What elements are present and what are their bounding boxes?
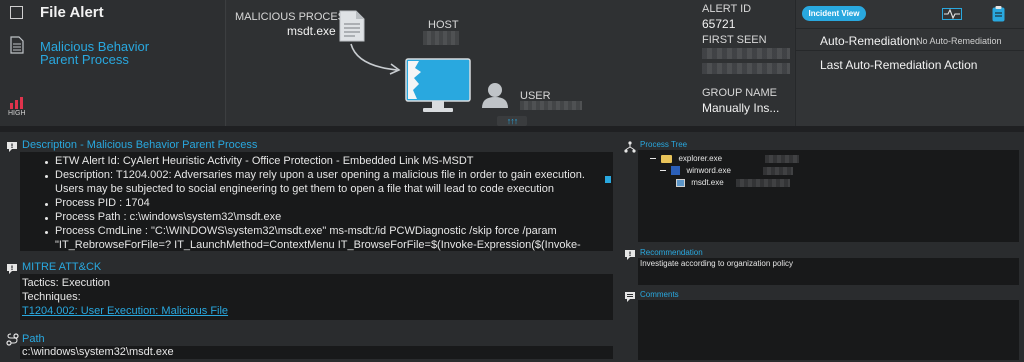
info-speech-icon [6, 140, 18, 158]
activity-pulse-icon[interactable] [942, 7, 962, 25]
user-value-redacted [520, 101, 582, 110]
tree-node-label: explorer.exe [678, 154, 723, 163]
actions-separator-2 [796, 50, 1024, 51]
comments-icon [624, 290, 636, 308]
host-value-redacted [423, 31, 459, 45]
first-seen-value-redacted [702, 48, 790, 59]
description-line: "IT_RebrowseForFile=? IT_LaunchMethod=Co… [55, 239, 581, 251]
bullet [45, 161, 48, 164]
alert-summary-panel: File Alert Malicious Behavior Parent Pro… [0, 0, 226, 126]
mitre-techniques-label: Techniques: [22, 291, 81, 303]
auto-remediation-label: Auto-Remediation: [820, 34, 920, 48]
host-label: HOST [428, 19, 459, 31]
alert-details: Description - Malicious Behavior Parent … [0, 132, 1024, 362]
description-title: Description - Malicious Behavior Parent … [22, 139, 258, 151]
description-line: Users may be subjected to social enginee… [55, 183, 554, 195]
path-route-icon [6, 333, 19, 351]
group-name-value: Manually Ins... [702, 101, 780, 115]
tree-node-label: msdt.exe [691, 178, 724, 187]
auto-remediation-value: No Auto-Remediation [916, 36, 1002, 46]
comments-title: Comments [640, 290, 679, 299]
folder-icon [661, 154, 673, 163]
host-monitor-icon[interactable] [405, 58, 471, 119]
recommendation-title: Recommendation [640, 248, 703, 257]
incident-view-button[interactable]: Incident View [802, 6, 866, 21]
tree-node-winword[interactable]: winword.exe [660, 166, 731, 176]
group-name-label: GROUP NAME [702, 87, 777, 99]
collapse-toggle-icon[interactable] [660, 170, 666, 172]
clipboard-icon[interactable] [992, 6, 1005, 27]
mitre-title: MITRE ATT&CK [22, 261, 102, 273]
word-app-icon [671, 166, 681, 176]
bullet [45, 175, 48, 178]
last-auto-remediation-label: Last Auto-Remediation Action [820, 58, 978, 72]
rule-name-link[interactable]: Malicious Behavior Parent Process [40, 40, 190, 66]
bullet [45, 217, 48, 220]
process-to-host-arrow [350, 43, 401, 75]
path-title: Path [22, 333, 45, 345]
alert-type-title: File Alert [40, 4, 104, 21]
alert-id-label: ALERT ID [702, 3, 752, 15]
description-scrollbar[interactable] [605, 176, 611, 183]
process-graph-panel: MALICIOUS PROCESS msdt.exe HOST USER ↑↑↑… [227, 0, 794, 126]
mitre-tactics: Tactics: Execution [22, 277, 111, 289]
mitre-technique-link[interactable]: T1204.002: User Execution: Malicious Fil… [22, 305, 228, 317]
malicious-process-label: MALICIOUS PROCESS [235, 11, 353, 23]
first-seen-label: FIRST SEEN [702, 34, 767, 46]
tree-node-explorer[interactable]: explorer.exe [650, 154, 722, 163]
description-line: ETW Alert Id: CyAlert Heuristic Activity… [55, 155, 474, 167]
document-icon [10, 36, 24, 59]
expand-graph-button[interactable]: ↑↑↑ [497, 116, 527, 126]
tree-node-redacted [763, 167, 793, 175]
bullet [45, 203, 48, 206]
process-tree-title: Process Tree [640, 140, 688, 149]
app-window-icon [676, 178, 685, 187]
malicious-process-value: msdt.exe [287, 24, 336, 38]
severity-label: HIGH [8, 110, 26, 117]
tree-node-redacted [736, 179, 790, 187]
collapse-toggle-icon[interactable] [650, 158, 656, 160]
tree-node-redacted [765, 155, 799, 163]
tree-node-label: winword.exe [686, 166, 731, 175]
bullet [45, 231, 48, 234]
description-line: Process Path : c:\windows\system32\msdt.… [55, 211, 282, 223]
recommendation-text: Investigate according to organization po… [640, 259, 793, 268]
tree-node-msdt[interactable]: msdt.exe [676, 178, 724, 187]
path-value: c:\windows\system32\msdt.exe [22, 346, 174, 358]
alert-id-value: 65721 [702, 17, 736, 31]
user-avatar-icon[interactable] [481, 82, 509, 113]
description-line: Description: T1204.002: Adversaries may … [55, 169, 585, 181]
recommendation-icon [624, 248, 636, 266]
description-line: Process PID : 1704 [55, 197, 150, 209]
process-tree-box [638, 150, 1019, 242]
comments-input[interactable] [638, 300, 1019, 360]
actions-separator [796, 28, 1024, 29]
first-seen-time-redacted [702, 63, 790, 74]
alert-header: File Alert Malicious Behavior Parent Pro… [0, 0, 1024, 126]
process-tree-icon [624, 140, 636, 158]
actions-panel: Incident View Auto-Remediation: No Auto-… [795, 0, 1024, 126]
description-line: Process CmdLine : "C:\WINDOWS\system32\m… [55, 225, 557, 237]
select-alert-checkbox[interactable] [10, 6, 23, 19]
info-speech-icon [6, 262, 18, 280]
